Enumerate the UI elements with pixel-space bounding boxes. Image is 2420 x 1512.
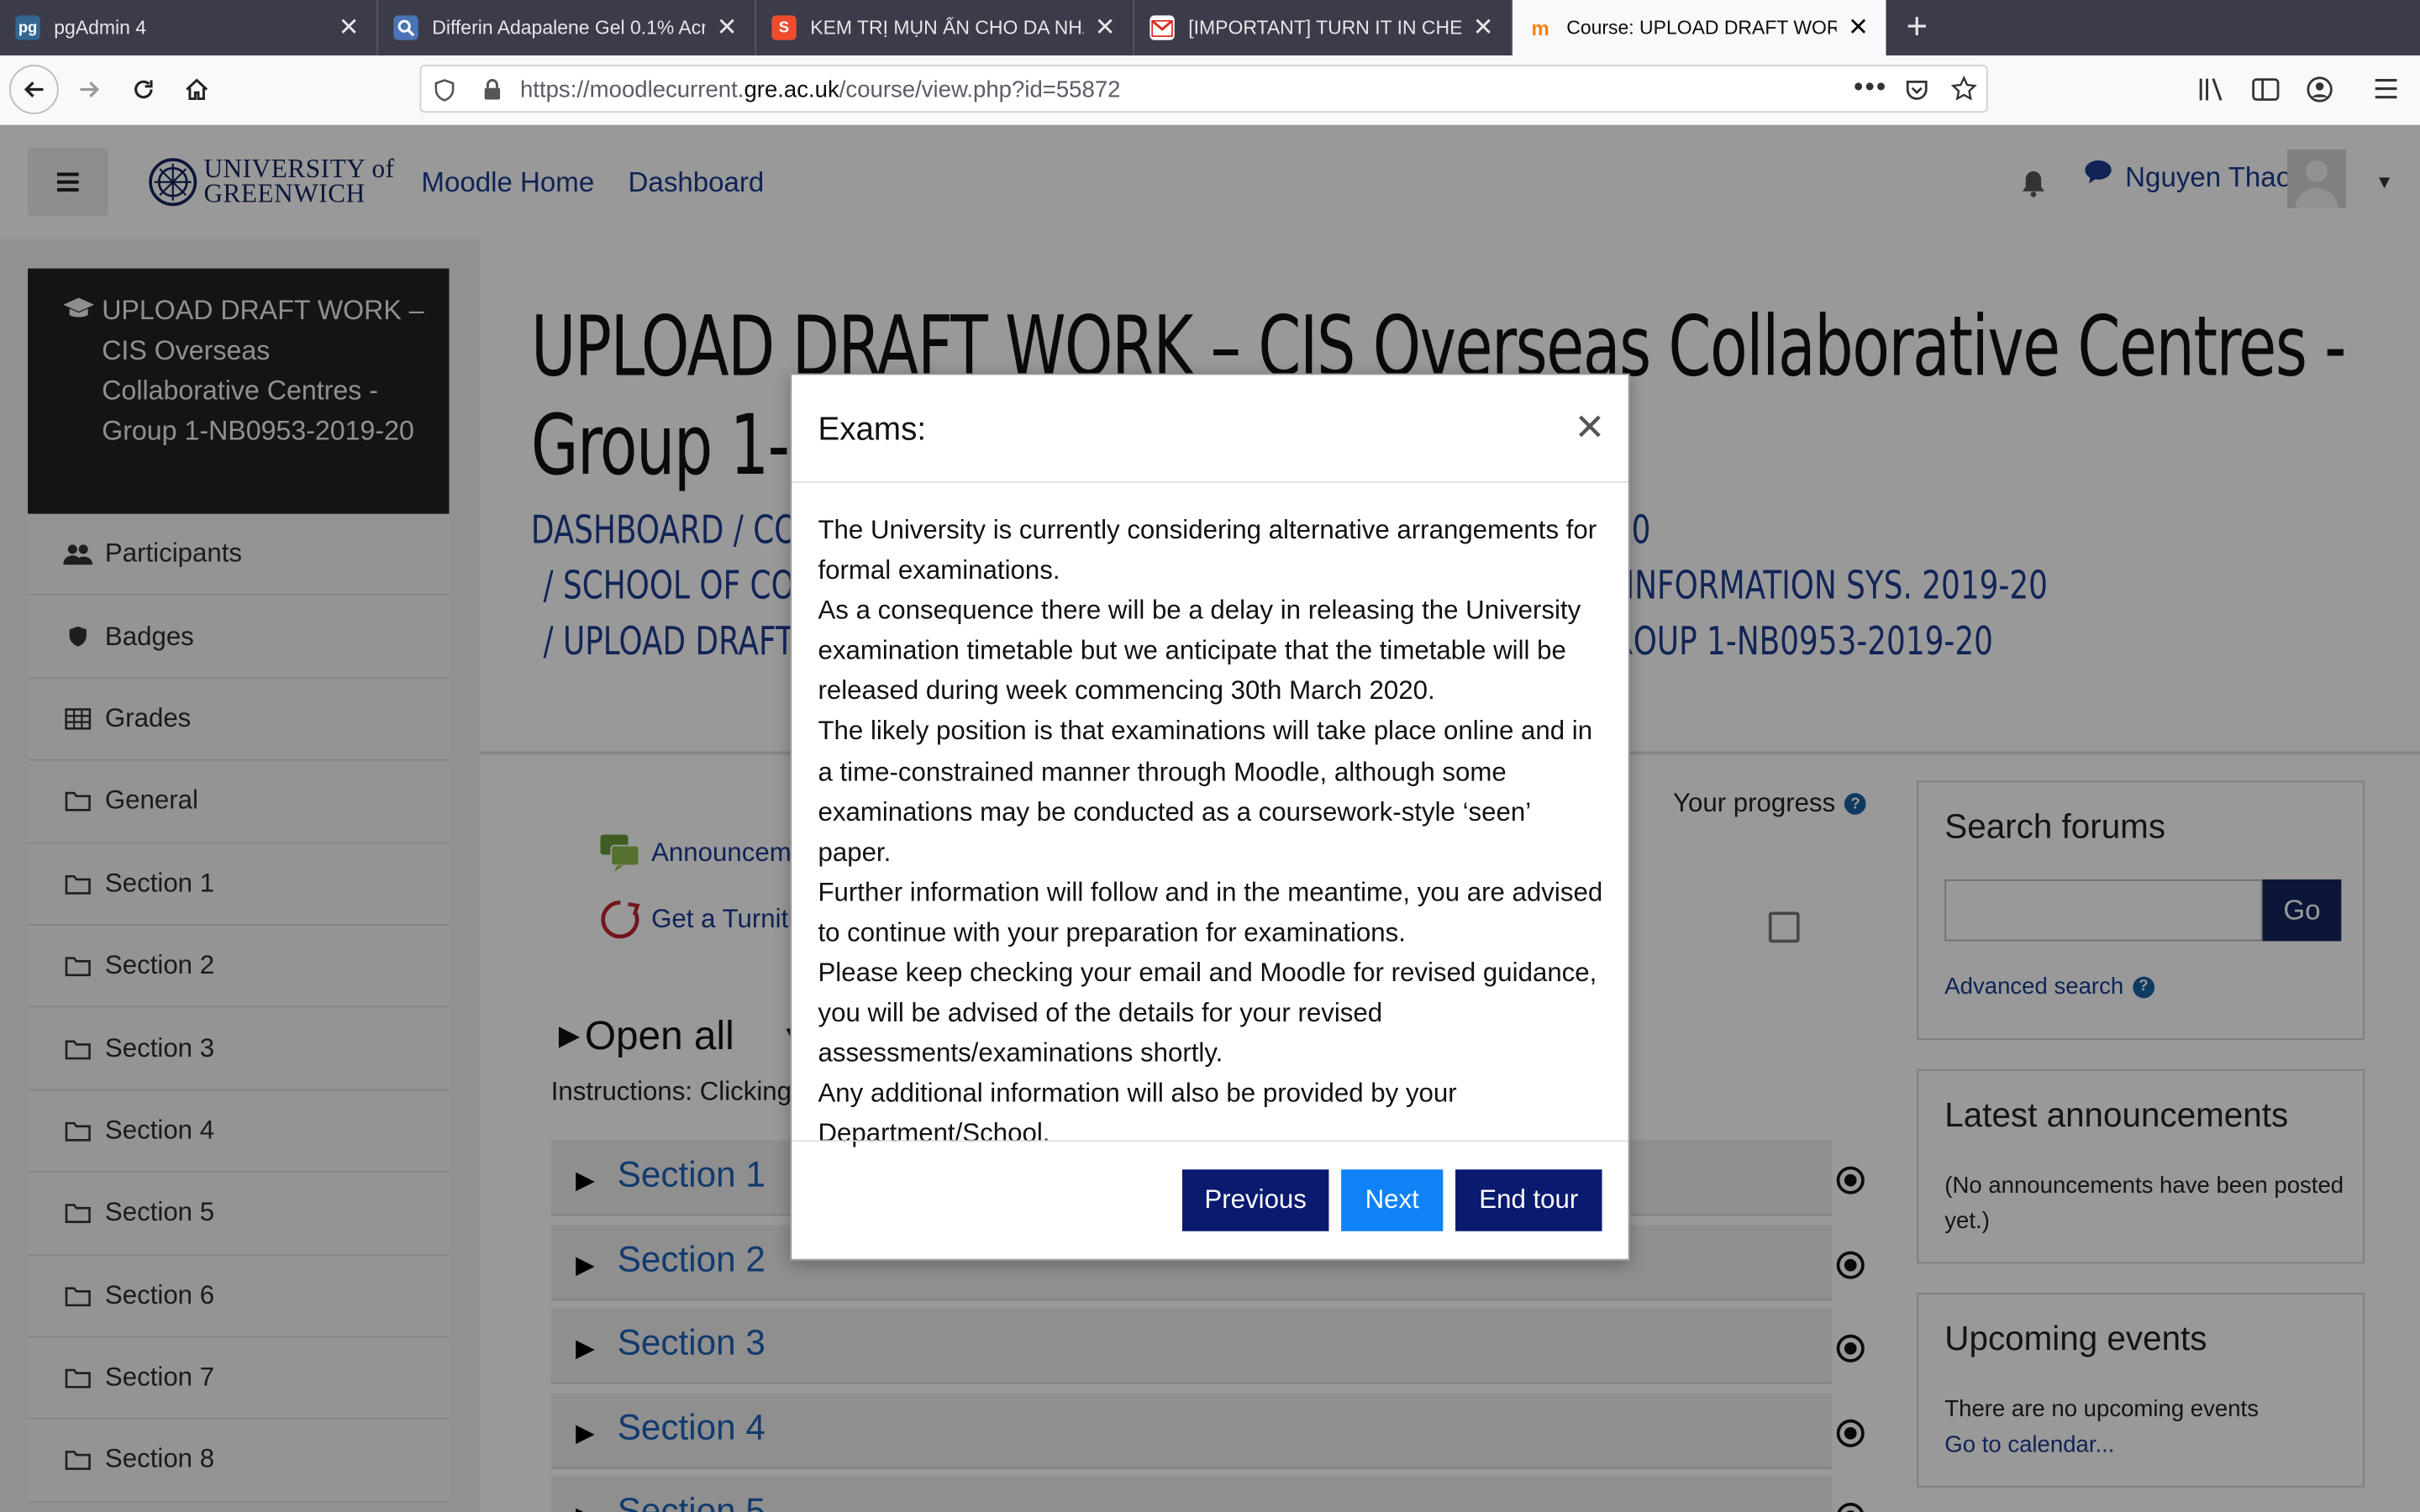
dialog-footer: Previous Next End tour xyxy=(792,1140,1628,1262)
shopee-icon: S xyxy=(771,15,797,40)
sidebar-icon[interactable] xyxy=(2252,77,2280,102)
close-tab-icon[interactable]: ✕ xyxy=(336,13,360,44)
tab-label: pgAdmin 4 xyxy=(54,17,147,39)
tab-label: KEM TRỊ MỤN ẨN CHO DA NHẠY xyxy=(810,17,1084,39)
end-tour-button[interactable]: End tour xyxy=(1455,1169,1602,1231)
close-icon[interactable]: ✕ xyxy=(1574,406,1605,450)
lock-icon xyxy=(484,79,501,100)
dialog-paragraph: The University is currently considering … xyxy=(818,515,1597,585)
close-tab-icon[interactable]: ✕ xyxy=(1846,13,1870,44)
star-icon[interactable] xyxy=(1950,76,1977,102)
pocket-icon[interactable] xyxy=(1905,77,1929,102)
close-tab-icon[interactable]: ✕ xyxy=(714,13,739,44)
dialog-body: The University is currently considering … xyxy=(818,511,1605,1155)
tab-differin[interactable]: Differin Adapalene Gel 0.1% Acne ✕ xyxy=(378,0,757,56)
url-text: https://moodlecurrent.gre.ac.uk/course/v… xyxy=(519,76,1121,104)
new-tab-button[interactable]: + xyxy=(1886,0,1947,55)
home-icon xyxy=(185,78,208,101)
previous-button[interactable]: Previous xyxy=(1181,1169,1329,1231)
tour-dialog: Exams: ✕ The University is currently con… xyxy=(790,373,1630,1262)
tab-label: Differin Adapalene Gel 0.1% Acne xyxy=(432,17,706,39)
shield-icon xyxy=(434,79,455,102)
tab-label: [IMPORTANT] TURN IT IN CHECK xyxy=(1188,17,1462,39)
gmail-icon xyxy=(1150,15,1175,40)
back-button[interactable] xyxy=(9,65,59,114)
address-bar[interactable]: https://moodlecurrent.gre.ac.uk/course/v… xyxy=(419,65,1988,113)
browser-tab-bar: pg pgAdmin 4 ✕ Differin Adapalene Gel 0.… xyxy=(0,0,2420,56)
dialog-title: Exams: xyxy=(818,412,927,448)
dialog-paragraph: Please keep checking your email and Mood… xyxy=(818,958,1597,1068)
moodle-icon: m xyxy=(1531,16,1549,39)
dialog-paragraph: Further information will follow and in t… xyxy=(818,877,1603,948)
dialog-paragraph: As a consequence there will be a delay i… xyxy=(818,596,1581,706)
close-tab-icon[interactable]: ✕ xyxy=(1092,13,1117,44)
arrow-right-icon xyxy=(80,81,100,97)
tab-shopee[interactable]: S KEM TRỊ MỤN ẨN CHO DA NHẠY ✕ xyxy=(756,0,1135,56)
dialog-header: Exams: ✕ xyxy=(792,375,1628,483)
tab-gmail[interactable]: [IMPORTANT] TURN IT IN CHECK ✕ xyxy=(1134,0,1513,56)
forward-button[interactable] xyxy=(65,65,114,114)
library-icon[interactable] xyxy=(2198,77,2226,102)
tab-pgadmin[interactable]: pg pgAdmin 4 ✕ xyxy=(0,0,379,56)
search-icon xyxy=(393,15,418,40)
next-button[interactable]: Next xyxy=(1341,1169,1444,1231)
reload-icon xyxy=(134,80,153,99)
tab-moodle-course[interactable]: m Course: UPLOAD DRAFT WORK – CIS ✕ xyxy=(1512,0,1886,56)
arrow-left-icon xyxy=(24,81,44,97)
account-icon[interactable] xyxy=(2306,76,2333,103)
menu-icon[interactable] xyxy=(2374,77,2398,101)
dialog-paragraph: The likely position is that examinations… xyxy=(818,717,1593,867)
page-actions-icon[interactable]: ••• xyxy=(1854,71,1887,103)
home-button[interactable] xyxy=(171,65,221,114)
reload-button[interactable] xyxy=(118,65,168,114)
tab-label: Course: UPLOAD DRAFT WORK – CIS xyxy=(1566,17,1836,39)
close-tab-icon[interactable]: ✕ xyxy=(1470,13,1495,44)
browser-toolbar: https://moodlecurrent.gre.ac.uk/course/v… xyxy=(0,55,2420,127)
pgadmin-icon: pg xyxy=(15,15,40,40)
